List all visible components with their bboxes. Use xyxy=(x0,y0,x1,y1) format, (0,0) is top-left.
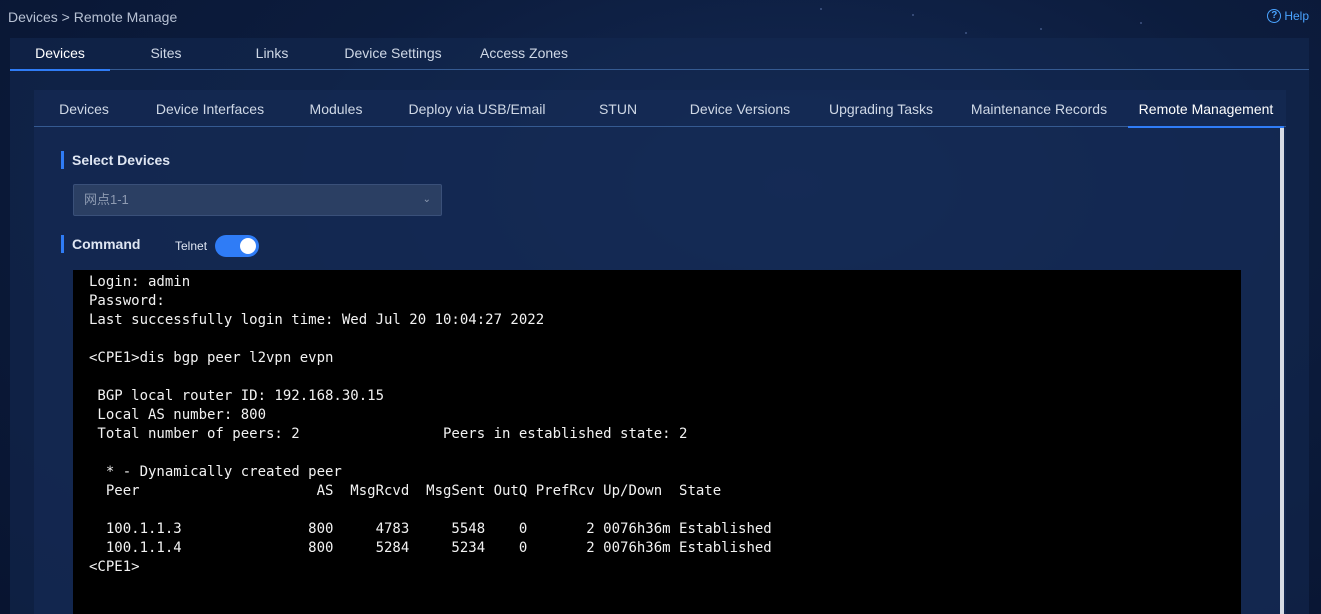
device-select[interactable]: 网点1-1 ⌄ xyxy=(73,184,442,216)
top-tab-bar: Devices Sites Links Device Settings Acce… xyxy=(10,38,1309,71)
question-circle-icon: ? xyxy=(1267,9,1282,23)
subtab-modules[interactable]: Modules xyxy=(286,90,386,127)
device-select-value: 网点1-1 xyxy=(84,192,129,207)
subtab-maintenance-records[interactable]: Maintenance Records xyxy=(950,90,1128,127)
terminal-output: Login: admin Password: Last successfully… xyxy=(89,274,772,575)
subtab-deploy-via-usb-email[interactable]: Deploy via USB/Email xyxy=(386,90,568,127)
main-panel: Devices Sites Links Device Settings Acce… xyxy=(10,38,1309,614)
background-star xyxy=(1140,22,1142,24)
chevron-down-icon: ⌄ xyxy=(422,194,431,205)
subtab-stun[interactable]: STUN xyxy=(568,90,668,127)
subtab-device-versions[interactable]: Device Versions xyxy=(668,90,812,127)
telnet-toggle[interactable] xyxy=(215,235,259,257)
subtab-device-interfaces[interactable]: Device Interfaces xyxy=(134,90,286,127)
terminal-console[interactable]: Login: admin Password: Last successfully… xyxy=(73,270,1241,614)
tab-sites[interactable]: Sites xyxy=(110,38,222,70)
background-star xyxy=(820,8,822,10)
toggle-knob xyxy=(240,238,256,254)
background-star xyxy=(965,32,967,34)
help-link[interactable]: ? Help xyxy=(1267,9,1309,23)
breadcrumb: Devices > Remote Manage xyxy=(8,9,178,25)
background-star xyxy=(912,14,914,16)
remote-management-panel: Devices Device Interfaces Modules Deploy… xyxy=(34,90,1286,614)
help-label: Help xyxy=(1284,9,1309,23)
command-title: Command xyxy=(61,235,140,253)
tab-devices[interactable]: Devices xyxy=(10,38,110,71)
background-star xyxy=(1040,28,1042,30)
sub-tab-bar: Devices Device Interfaces Modules Deploy… xyxy=(34,90,1286,128)
select-devices-title: Select Devices xyxy=(61,151,170,169)
subtab-upgrading-tasks[interactable]: Upgrading Tasks xyxy=(812,90,950,127)
tab-access-zones[interactable]: Access Zones xyxy=(464,38,584,70)
subtab-devices[interactable]: Devices xyxy=(34,90,134,127)
tab-links[interactable]: Links xyxy=(222,38,322,70)
tab-device-settings[interactable]: Device Settings xyxy=(322,38,464,70)
telnet-label: Telnet xyxy=(175,239,208,253)
subtab-remote-management[interactable]: Remote Management xyxy=(1128,90,1284,128)
vertical-scrollbar[interactable] xyxy=(1280,128,1284,614)
